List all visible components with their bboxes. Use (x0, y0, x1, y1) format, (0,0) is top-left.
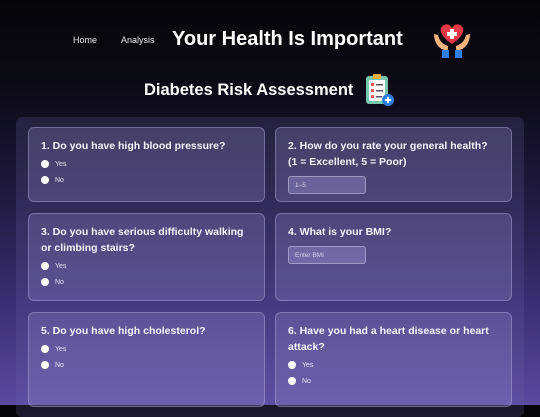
question-label: 4. What is your BMI? (288, 226, 392, 238)
assessment-form: 1. Do you have high blood pressure? Yes … (16, 117, 524, 417)
radio-yes[interactable] (41, 262, 49, 270)
question-card-5: 5. Do you have high cholesterol? Yes No (28, 312, 265, 407)
nav-analysis-link[interactable]: Analysis (121, 35, 155, 45)
question-label: 1. Do you have high blood pressure? (41, 140, 226, 152)
question-card-3: 3. Do you have serious difficulty walkin… (28, 213, 265, 301)
question-label: 2. How do you rate your general health? … (288, 140, 488, 168)
question-label: 6. Have you had a heart disease or heart… (288, 325, 489, 353)
bmi-input[interactable] (288, 246, 366, 264)
question-card-4: 4. What is your BMI? (275, 213, 512, 301)
question-card-6: 6. Have you had a heart disease or heart… (275, 312, 512, 407)
question-label: 5. Do you have high cholesterol? (41, 325, 206, 337)
nav-home-link[interactable]: Home (73, 35, 97, 45)
option-yes: Yes (41, 343, 252, 355)
radio-no[interactable] (288, 377, 296, 385)
radio-yes[interactable] (288, 361, 296, 369)
site-title: Your Health Is Important (172, 28, 403, 50)
radio-yes[interactable] (41, 160, 49, 168)
general-health-input[interactable] (288, 176, 366, 194)
page-title: Diabetes Risk Assessment (144, 81, 354, 99)
question-card-1: 1. Do you have high blood pressure? Yes … (28, 127, 265, 202)
question-label: 3. Do you have serious difficulty walkin… (41, 226, 244, 254)
option-no: No (288, 375, 499, 387)
clipboard-checklist-icon (362, 72, 396, 108)
option-no: No (41, 359, 252, 371)
option-yes: Yes (41, 260, 252, 272)
top-nav: Home Analysis Your Health Is Important (0, 0, 540, 80)
hands-heart-icon (430, 20, 474, 60)
option-yes: Yes (288, 359, 499, 371)
option-no: No (41, 276, 252, 288)
question-card-2: 2. How do you rate your general health? … (275, 127, 512, 202)
radio-yes[interactable] (41, 345, 49, 353)
radio-no[interactable] (41, 176, 49, 184)
option-no: No (41, 174, 252, 186)
radio-no[interactable] (41, 361, 49, 369)
radio-no[interactable] (41, 278, 49, 286)
option-yes: Yes (41, 158, 252, 170)
